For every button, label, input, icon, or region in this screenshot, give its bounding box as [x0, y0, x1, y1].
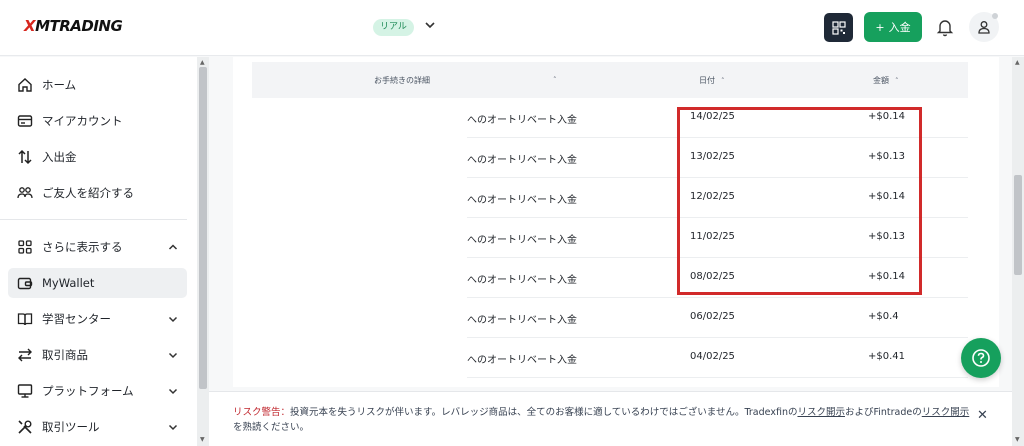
- sidebar: ホーム マイアカウント 入出金 ご友人を紹介する さらに表示する MyWalle…: [0, 57, 197, 446]
- table-row: へのオートリベート入金 06/02/25 +$0.4: [467, 298, 968, 338]
- close-icon[interactable]: ✕: [977, 408, 988, 423]
- table-row: へのオートリベート入金 11/02/25 +$0.13: [467, 218, 968, 258]
- sort-amount-icon: ˄: [895, 77, 899, 85]
- table-row: へのオートリベート入金 12/02/25 +$0.14: [467, 178, 968, 218]
- account-type-badge[interactable]: リアル: [373, 19, 414, 36]
- table-row: へのオートリベート入金 04/02/25 +$0.41: [467, 338, 968, 378]
- qr-code-button[interactable]: [824, 13, 853, 42]
- sidebar-scrollbar[interactable]: ▲ ▼: [197, 57, 209, 446]
- qr-code-icon: [831, 20, 846, 35]
- sidebar-divider: [0, 219, 187, 220]
- chevron-up-icon: [168, 244, 178, 250]
- column-header-date[interactable]: 日付 ˄: [699, 75, 725, 86]
- table-row: へのオートリベート入金 08/02/25 +$0.14: [467, 258, 968, 298]
- plus-icon: +: [875, 20, 885, 34]
- help-button[interactable]: [961, 338, 1001, 378]
- chevron-down-icon: [168, 352, 178, 359]
- scroll-up-icon[interactable]: ▲: [200, 59, 205, 66]
- status-dot: [992, 13, 998, 19]
- table-row: へのオートリベート入金 14/02/25 +$0.14: [467, 98, 968, 138]
- sidebar-item-refer-friend[interactable]: ご友人を紹介する: [8, 178, 187, 208]
- scroll-up-icon[interactable]: ▲: [1015, 59, 1020, 66]
- sidebar-item-deposit-withdraw[interactable]: 入出金: [8, 142, 187, 172]
- sidebar-item-home[interactable]: ホーム: [8, 70, 187, 100]
- scroll-down-icon[interactable]: ▼: [1015, 436, 1020, 443]
- card-icon: [17, 115, 33, 127]
- question-icon: [972, 349, 990, 367]
- chevron-down-icon: [168, 424, 178, 431]
- sort-details-icon[interactable]: ˄: [547, 75, 557, 84]
- sidebar-item-my-account[interactable]: マイアカウント: [8, 106, 187, 136]
- sidebar-item-learning-center[interactable]: 学習センター: [8, 304, 187, 334]
- sidebar-item-platform[interactable]: プラットフォーム: [8, 376, 187, 406]
- scrollbar-thumb[interactable]: [1014, 175, 1022, 275]
- deposit-button[interactable]: + 入金: [864, 12, 922, 42]
- user-icon: [978, 21, 990, 34]
- chevron-down-icon[interactable]: [423, 18, 437, 32]
- home-icon: [18, 78, 32, 92]
- sidebar-item-trading-tools[interactable]: 取引ツール: [8, 412, 187, 442]
- page-scrollbar[interactable]: ▲ ▼: [1012, 57, 1024, 446]
- column-header-amount[interactable]: 金額 ˄: [873, 75, 899, 86]
- risk-disclosure-link-tradexfin[interactable]: リスク開示: [797, 407, 845, 418]
- wallet-icon: [17, 277, 33, 290]
- sidebar-item-trading-products[interactable]: 取引商品: [8, 340, 187, 370]
- xm-logo[interactable]: XMTRADING: [24, 17, 123, 35]
- transactions-card: お手続きの詳細 ˄ 日付 ˄ 金額 ˄ へのオートリベート入金 14/02/25 +$0…: [233, 57, 999, 387]
- grid-icon: [18, 240, 32, 254]
- chevron-down-icon: [168, 316, 178, 323]
- swap-icon: [18, 348, 32, 362]
- tools-icon: [18, 420, 32, 434]
- monitor-icon: [17, 384, 33, 398]
- sort-date-icon: ˄: [721, 77, 725, 85]
- sidebar-item-show-more[interactable]: さらに表示する: [8, 232, 187, 262]
- table-row: へのオートリベート入金 13/02/25 +$0.13: [467, 138, 968, 178]
- risk-warning-bar: リスク警告：投資元本を失うリスクが伴います。レバレッジ商品は、全てのお客様に適し…: [209, 391, 1012, 446]
- risk-warning-text: リスク警告：投資元本を失うリスクが伴います。レバレッジ商品は、全てのお客様に適し…: [233, 407, 970, 433]
- book-icon: [17, 313, 33, 326]
- chevron-down-icon: [168, 388, 178, 395]
- bell-icon[interactable]: [935, 17, 955, 37]
- table-header: お手続きの詳細 ˄ 日付 ˄ 金額 ˄: [252, 62, 968, 98]
- transfer-icon: [18, 149, 32, 165]
- main-content: お手続きの詳細 ˄ 日付 ˄ 金額 ˄ へのオートリベート入金 14/02/25 +$0…: [209, 57, 1012, 387]
- users-icon: [17, 187, 33, 199]
- risk-disclosure-link-fintrade[interactable]: リスク開示: [922, 407, 970, 418]
- column-header-details[interactable]: お手続きの詳細: [374, 75, 430, 86]
- scroll-down-icon[interactable]: ▼: [200, 436, 205, 443]
- sidebar-item-mywallet[interactable]: MyWallet: [8, 268, 187, 298]
- scrollbar-thumb[interactable]: [199, 67, 207, 389]
- top-header: XMTRADING リアル + 入金: [0, 0, 1024, 56]
